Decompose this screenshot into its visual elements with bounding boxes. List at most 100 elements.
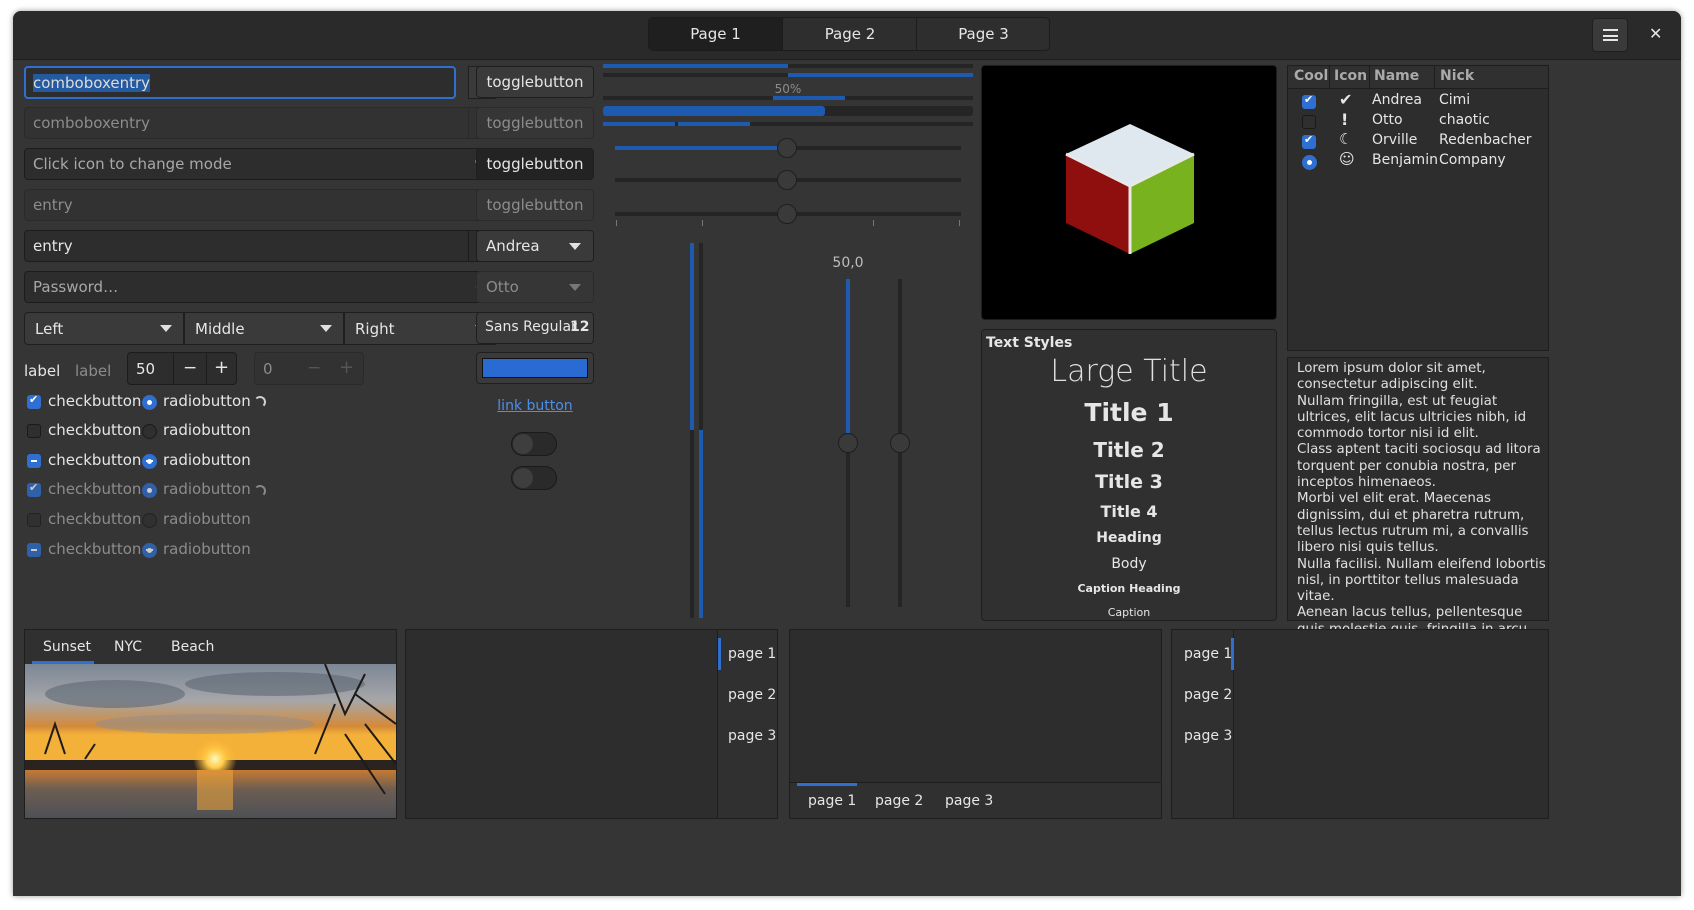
v-progress-2 xyxy=(699,243,703,618)
tab-page-2[interactable]: page 2 xyxy=(875,793,923,809)
minus-icon[interactable]: − xyxy=(183,358,197,378)
tab-page-3[interactable]: page 3 xyxy=(945,793,993,809)
radio-2[interactable] xyxy=(142,424,157,439)
color-button[interactable] xyxy=(476,352,594,384)
notebook-bottom-tabbar: page 1 page 2 page 3 xyxy=(790,782,1161,818)
text-paragraph: Class aptent taciti sociosqu ad litora t… xyxy=(1297,442,1541,491)
toggle-button-1[interactable]: togglebutton xyxy=(476,66,594,98)
radio-6 xyxy=(142,543,157,558)
radio-5 xyxy=(142,513,157,528)
radio-1[interactable] xyxy=(142,395,157,410)
tab-page-2[interactable]: Page 2 xyxy=(782,18,916,50)
checkbox-5-label: checkbutton xyxy=(48,510,142,528)
password-placeholder: Password… xyxy=(33,278,119,296)
tab-sunset[interactable]: Sunset xyxy=(43,639,91,655)
combo-andrea[interactable]: Andrea xyxy=(476,230,594,262)
tree-row-3-check[interactable]: ✔ xyxy=(1302,133,1316,149)
clear-entry[interactable]: entry ✕ xyxy=(24,230,498,262)
plus-icon[interactable]: + xyxy=(214,357,229,378)
text-view[interactable]: Lorem ipsum dolor sit amet, consectetur … xyxy=(1287,357,1549,637)
toggle-button-3[interactable]: togglebutton xyxy=(476,148,594,180)
gl-area xyxy=(981,65,1277,320)
radio-2-label: radiobutton xyxy=(163,421,251,439)
notebook-right-tabs: page 1 page 2 page 3 xyxy=(405,629,778,819)
tree-row-4-radio[interactable] xyxy=(1302,155,1317,170)
mode-entry[interactable]: Click icon to change mode ⟳ xyxy=(24,148,498,180)
password-entry[interactable]: Password… ◉ xyxy=(24,271,498,303)
radio-4-label: radiobutton xyxy=(163,480,251,498)
tree-view: Cool Icon Name Nick ✔ ✔ Andrea Cimi ! Ot… xyxy=(1287,65,1549,351)
dropdown-right-label: Right xyxy=(355,320,395,338)
tree-header: Cool Icon Name Nick xyxy=(1288,66,1548,89)
tab-page-1[interactable]: Page 1 xyxy=(649,18,782,50)
tree-row-2-check[interactable] xyxy=(1302,115,1316,129)
checkbox-2-label: checkbutton xyxy=(48,421,142,439)
tree-row-1-check[interactable]: ✔ xyxy=(1302,93,1316,109)
tab-page-1[interactable]: page 1 xyxy=(728,646,776,662)
spin-button[interactable]: 50 − + xyxy=(127,352,237,385)
switch-1[interactable] xyxy=(511,432,557,456)
title-1: Title 1 xyxy=(1084,398,1174,427)
checkbox-3[interactable] xyxy=(27,454,41,468)
tab-page-3[interactable]: page 3 xyxy=(728,728,776,744)
hamburger-menu-icon xyxy=(1603,29,1618,41)
combo-andrea-label: Andrea xyxy=(486,237,540,255)
text-styles-panel: Text Styles Large Title Title 1 Title 2 … xyxy=(981,329,1277,621)
radio-3-label: radiobutton xyxy=(163,451,251,469)
combo-entry-1[interactable]: comboboxentry xyxy=(24,66,456,99)
tree-row-2-name[interactable]: Otto xyxy=(1372,112,1403,128)
dropdown-left-label: Left xyxy=(35,320,64,338)
tree-row-3-nick[interactable]: Redenbacher xyxy=(1439,132,1532,148)
menu-button[interactable] xyxy=(1592,18,1628,52)
tree-row-1-name[interactable]: Andrea xyxy=(1372,92,1422,108)
tab-page-1-label: Page 1 xyxy=(690,25,741,43)
level-bar xyxy=(603,122,973,126)
tab-beach[interactable]: Beach xyxy=(171,639,214,655)
stack-switcher: Page 1 Page 2 Page 3 xyxy=(648,17,1050,51)
notebook-images: Sunset NYC Beach xyxy=(24,629,397,819)
column-cool[interactable]: Cool xyxy=(1294,68,1328,84)
checkbox-1-label: checkbutton xyxy=(48,392,142,410)
tree-row-2-nick[interactable]: chaotic xyxy=(1439,112,1490,128)
h-slider-1-handle[interactable] xyxy=(777,138,797,158)
dropdown-middle[interactable]: Middle xyxy=(184,312,344,345)
toggle-button-1-label: togglebutton xyxy=(486,73,584,91)
chevron-down-icon xyxy=(320,325,332,332)
dropdown-right[interactable]: Right xyxy=(344,312,498,345)
h-slider-2-handle[interactable] xyxy=(777,170,797,190)
text-paragraph: Nullam fringilla, est ut feugiat ultrice… xyxy=(1297,393,1527,442)
tree-row-3-name[interactable]: Orville xyxy=(1372,132,1417,148)
tree-row-1-nick[interactable]: Cimi xyxy=(1439,92,1470,108)
progress-label: 50% xyxy=(774,82,802,96)
spin-button-disabled: 0 − + xyxy=(254,352,364,385)
checkbox-2[interactable] xyxy=(27,424,41,438)
h-slider-3-handle[interactable] xyxy=(777,204,797,224)
font-button[interactable]: Sans Regular 12 xyxy=(476,312,594,344)
tab-page-1[interactable]: page 1 xyxy=(1184,646,1232,662)
tab-nyc[interactable]: NYC xyxy=(114,639,142,655)
v-slider-1-handle[interactable] xyxy=(838,433,858,453)
tab-page-1[interactable]: page 1 xyxy=(808,793,856,809)
tree-row-4-name[interactable]: Benjamin xyxy=(1372,152,1438,168)
tab-page-2[interactable]: page 2 xyxy=(728,687,776,703)
dropdown-left[interactable]: Left xyxy=(24,312,184,345)
checkbox-1[interactable]: ✔ xyxy=(27,393,41,409)
column-icon[interactable]: Icon xyxy=(1334,68,1367,84)
text-view-content: Lorem ipsum dolor sit amet, consectetur … xyxy=(1297,361,1547,638)
main-window: Page 1 Page 2 Page 3 ✕ comboboxentry com… xyxy=(13,11,1681,896)
column-nick[interactable]: Nick xyxy=(1440,68,1474,84)
v-slider-2-handle[interactable] xyxy=(890,433,910,453)
tree-row-4-nick[interactable]: Company xyxy=(1439,152,1506,168)
clear-entry-text: entry xyxy=(33,237,73,255)
tab-page-3[interactable]: Page 3 xyxy=(916,18,1049,50)
switch-2[interactable] xyxy=(511,466,557,490)
link-button[interactable]: link button xyxy=(476,398,594,414)
progress-bar-thick xyxy=(603,106,973,116)
cube-image xyxy=(1065,124,1195,254)
column-name[interactable]: Name xyxy=(1374,68,1419,84)
tab-page-2[interactable]: page 2 xyxy=(1184,687,1232,703)
title-3: Title 3 xyxy=(1095,471,1163,493)
tab-page-3[interactable]: page 3 xyxy=(1184,728,1232,744)
radio-3[interactable] xyxy=(142,454,157,469)
close-button[interactable]: ✕ xyxy=(1638,18,1674,52)
